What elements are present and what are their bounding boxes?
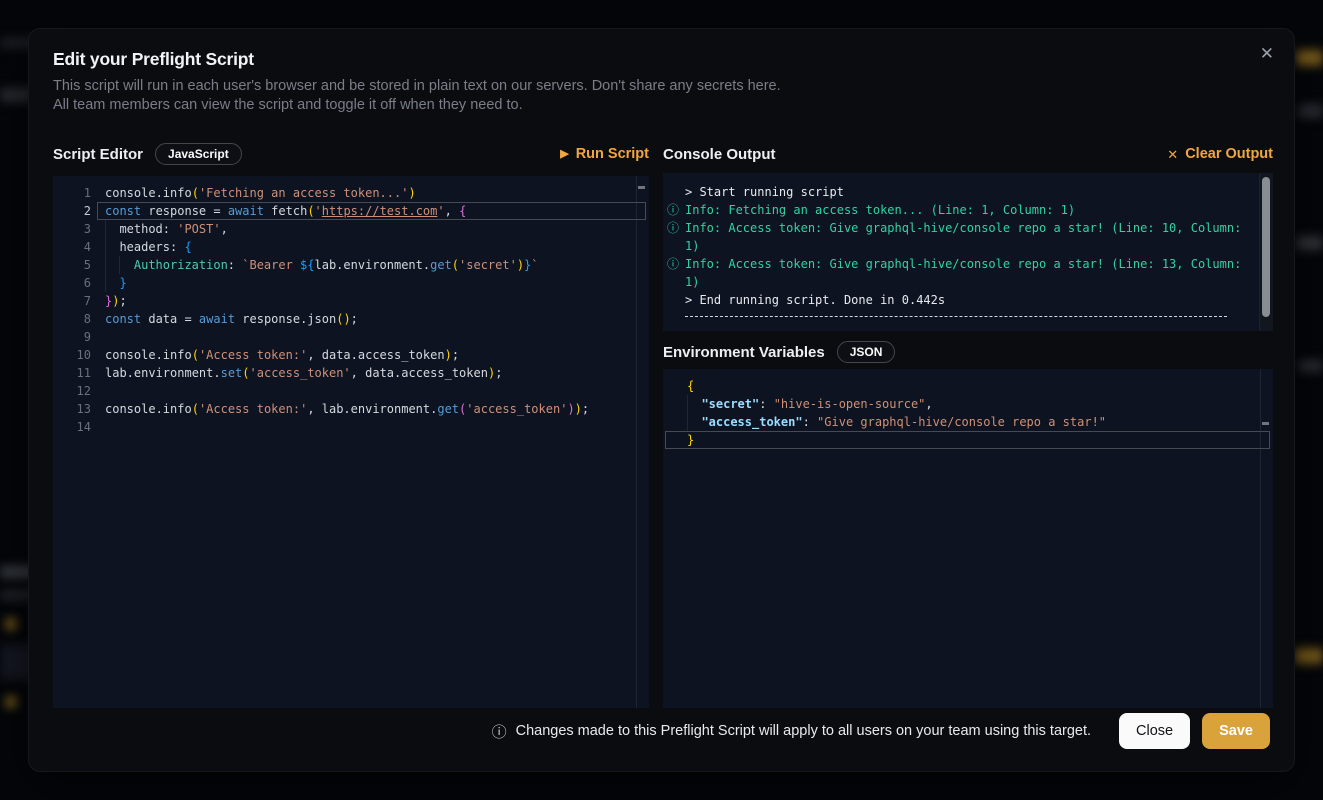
script-editor-heading: Script Editor [53, 146, 143, 163]
code-line[interactable]: 4 headers: { [53, 238, 649, 256]
clear-output-label: Clear Output [1185, 146, 1273, 162]
json-badge: JSON [837, 341, 896, 363]
preflight-script-modal: ✕ Edit your Preflight Script This script… [28, 28, 1295, 772]
line-number: 12 [53, 382, 91, 400]
line-number: 6 [53, 274, 91, 292]
line-number: 14 [53, 418, 91, 436]
console-scrollbar-thumb[interactable] [1262, 177, 1270, 317]
backdrop-blur-item [6, 696, 16, 708]
backdrop-blur-item [1296, 50, 1323, 66]
backdrop-blur-item [6, 618, 16, 630]
info-icon: ⓘ [667, 201, 679, 219]
line-number: 2 [53, 202, 91, 220]
console-line: ⓘInfo: Access token: Give graphql-hive/c… [663, 255, 1251, 291]
console-output-heading: Console Output [663, 146, 776, 163]
page-title: Edit your Preflight Script [53, 49, 254, 70]
code-line[interactable]: 3 method: 'POST', [53, 220, 649, 238]
backdrop-blur-item [1296, 236, 1323, 250]
clear-output-button[interactable]: ✕ Clear Output [1167, 146, 1273, 162]
play-icon: ▶ [560, 149, 568, 160]
code-line[interactable]: } [663, 431, 1273, 449]
close-icon[interactable]: ✕ [1260, 45, 1274, 62]
code-line[interactable]: 13console.info('Access token:', lab.envi… [53, 400, 649, 418]
line-number: 8 [53, 310, 91, 328]
line-number: 13 [53, 400, 91, 418]
console-line: ⓘInfo: Fetching an access token... (Line… [663, 201, 1251, 219]
screen: ✕ Edit your Preflight Script This script… [0, 0, 1323, 800]
footer-note-text: Changes made to this Preflight Script wi… [516, 723, 1091, 739]
console-line: > End running script. Done in 0.442s [663, 291, 1251, 309]
line-number: 4 [53, 238, 91, 256]
description-line: All team members can view the script and… [53, 96, 781, 115]
code-line[interactable]: 14 [53, 418, 649, 436]
code-line[interactable]: { [663, 377, 1273, 395]
run-script-button[interactable]: ▶ Run Script [560, 146, 649, 162]
console-line: > Start running script [663, 183, 1251, 201]
footer-note: ⓘ Changes made to this Preflight Script … [492, 721, 1091, 742]
code-line[interactable]: 2const response = await fetch('https://t… [53, 202, 649, 220]
line-number: 5 [53, 256, 91, 274]
script-code-editor[interactable]: 1console.info('Fetching an access token.… [53, 176, 649, 708]
code-line[interactable]: 5 Authorization: `Bearer ${lab.environme… [53, 256, 649, 274]
line-number: 3 [53, 220, 91, 238]
info-icon: ⓘ [667, 219, 679, 237]
code-line[interactable]: 1console.info('Fetching an access token.… [53, 184, 649, 202]
line-number: 10 [53, 346, 91, 364]
backdrop-blur-item [1294, 648, 1323, 664]
console-output-panel[interactable]: > Start running scriptⓘInfo: Fetching an… [663, 173, 1273, 331]
code-line[interactable]: "access_token": "Give graphql-hive/conso… [663, 413, 1273, 431]
info-icon: ⓘ [492, 721, 507, 742]
code-line[interactable]: 8const data = await response.json(); [53, 310, 649, 328]
description-line: This script will run in each user's brow… [53, 77, 781, 96]
code-line[interactable]: 9 [53, 328, 649, 346]
console-line: ⓘInfo: Access token: Give graphql-hive/c… [663, 219, 1251, 255]
code-line[interactable]: 10console.info('Access token:', data.acc… [53, 346, 649, 364]
line-number: 9 [53, 328, 91, 346]
info-icon: ⓘ [667, 255, 679, 273]
code-line[interactable]: 7}); [53, 292, 649, 310]
console-separator [685, 316, 1227, 317]
code-line[interactable]: 12 [53, 382, 649, 400]
line-number: 11 [53, 364, 91, 382]
environment-variables-editor[interactable]: { "secret": "hive-is-open-source", "acce… [663, 369, 1273, 708]
code-line[interactable]: 11lab.environment.set('access_token', da… [53, 364, 649, 382]
line-number: 7 [53, 292, 91, 310]
backdrop-blur-item [1298, 360, 1323, 372]
code-line[interactable]: 6 } [53, 274, 649, 292]
backdrop-blur-item [1298, 104, 1323, 118]
environment-variables-heading: Environment Variables [663, 344, 825, 361]
line-number: 1 [53, 184, 91, 202]
code-line[interactable]: "secret": "hive-is-open-source", [663, 395, 1273, 413]
close-button[interactable]: Close [1119, 713, 1190, 749]
run-script-label: Run Script [576, 146, 649, 162]
save-button[interactable]: Save [1202, 713, 1270, 749]
clear-icon: ✕ [1167, 148, 1178, 161]
modal-description: This script will run in each user's brow… [53, 77, 781, 115]
javascript-badge: JavaScript [155, 143, 242, 165]
